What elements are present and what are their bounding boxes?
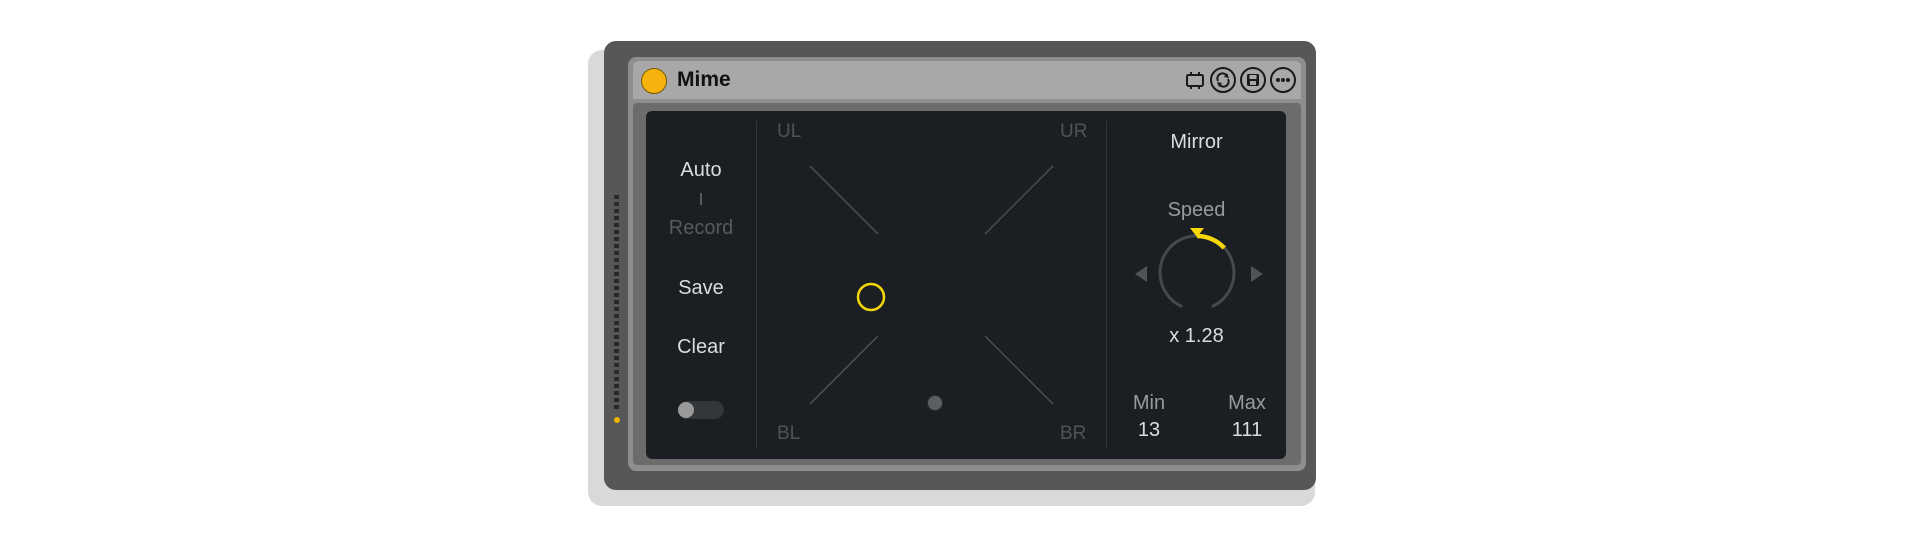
left-indicator-dot <box>614 417 620 423</box>
speed-label: Speed <box>1167 199 1226 221</box>
save-button[interactable]: Save <box>646 277 756 300</box>
device-power-toggle[interactable] <box>641 68 667 94</box>
mode-toggle[interactable] <box>678 401 724 419</box>
position-cursor[interactable] <box>856 282 886 312</box>
mirror-button[interactable]: Mirror <box>1107 131 1286 154</box>
record-button[interactable]: Record <box>646 217 756 240</box>
clear-button[interactable]: Clear <box>646 336 756 359</box>
speed-value: x 1.28 <box>1169 325 1224 347</box>
speed-knob-dial-icon <box>1158 228 1236 308</box>
more-options-icon[interactable] <box>1270 67 1296 93</box>
clip-icon[interactable] <box>1182 67 1208 93</box>
device-title: Mime <box>677 68 731 91</box>
xy-pad-guides <box>809 165 1054 411</box>
device-container: Mime Auto Record Save Clear UL UR BL BR … <box>604 41 1316 490</box>
corner-label-br: BR <box>1060 423 1087 444</box>
min-label: Min <box>1132 392 1166 414</box>
auto-button[interactable]: Auto <box>646 159 756 182</box>
corner-label-bl: BL <box>777 423 801 444</box>
device-frame: Mime Auto Record Save Clear UL UR BL BR … <box>628 57 1306 471</box>
device-title-bar: Mime <box>633 61 1301 99</box>
max-value[interactable]: 111 <box>1217 419 1277 442</box>
max-label: Max <box>1228 392 1266 414</box>
device-panel: Auto Record Save Clear UL UR BL BR Mirro… <box>646 111 1286 459</box>
speed-decrease-arrow-icon[interactable] <box>1135 266 1147 282</box>
left-grip-dots <box>614 195 619 409</box>
mode-toggle-knob <box>678 402 694 418</box>
transport-column: Auto Record Save Clear <box>646 111 756 459</box>
corner-label-ul: UL <box>777 121 802 142</box>
speed-knob[interactable] <box>1152 228 1242 318</box>
corner-label-ur: UR <box>1060 121 1088 142</box>
min-value[interactable]: 13 <box>1119 419 1179 442</box>
hot-swap-icon[interactable] <box>1210 67 1236 93</box>
control-column: Mirror Speed x 1.28 Min 13 Max 111 <box>1107 111 1286 459</box>
playback-point <box>927 395 943 411</box>
save-preset-icon[interactable] <box>1240 67 1266 93</box>
speed-increase-arrow-icon[interactable] <box>1251 266 1263 282</box>
auto-record-separator <box>700 193 702 205</box>
xy-pad[interactable]: UL UR BL BR <box>757 111 1106 459</box>
left-side-strip[interactable] <box>612 155 622 435</box>
